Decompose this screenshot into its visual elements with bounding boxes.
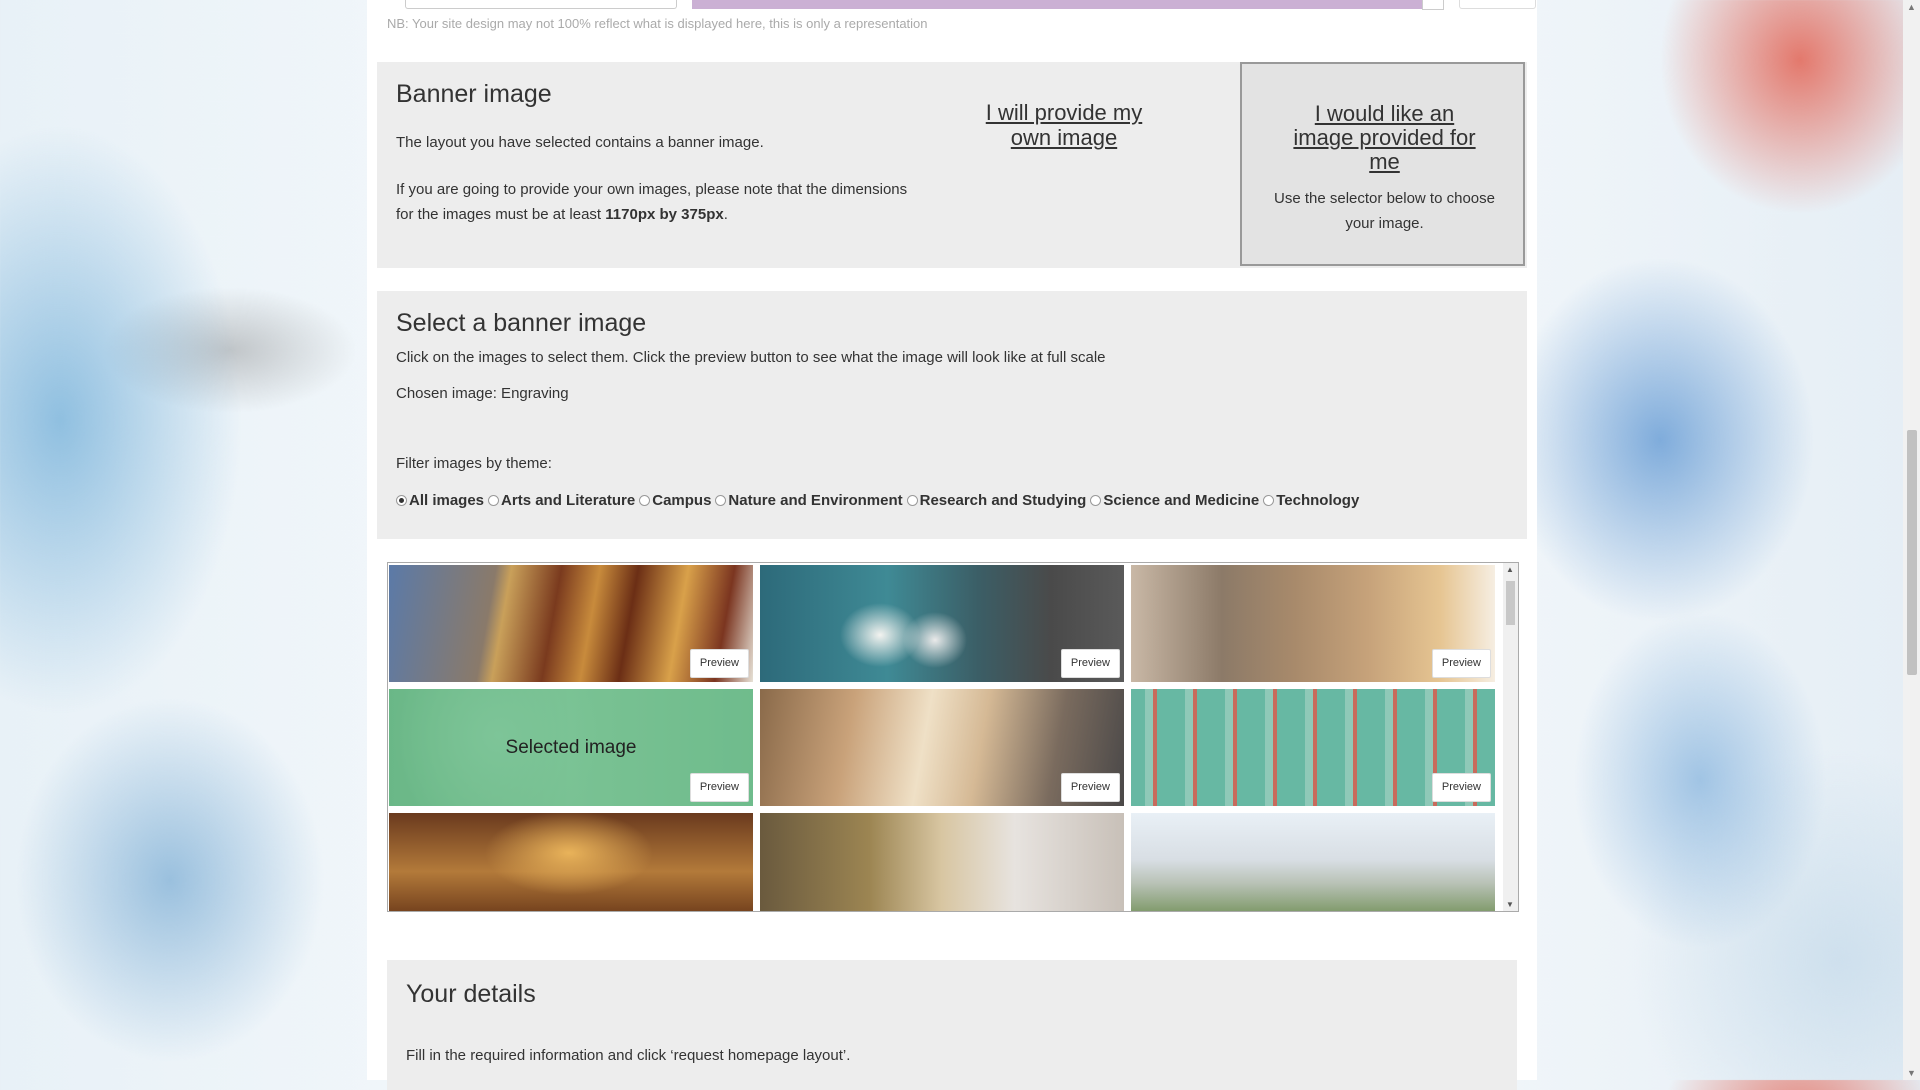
banner-image-tile[interactable]: Preview xyxy=(389,565,753,682)
banner-image-tile[interactable]: Preview xyxy=(760,689,1124,806)
scroll-down-icon[interactable]: ▼ xyxy=(1506,900,1514,909)
banner-image-tile-selected[interactable]: Selected image Preview xyxy=(389,689,753,806)
theme-label: Campus xyxy=(652,492,712,509)
theme-option-science[interactable]: Science and Medicine xyxy=(1090,492,1263,509)
theme-label: Nature and Environment xyxy=(728,492,903,509)
banner-dimensions-note: If you are going to provide your own ima… xyxy=(396,177,907,227)
page-content: NB: Your site design may not 100% reflec… xyxy=(367,0,1537,1090)
top-controls xyxy=(385,0,1537,10)
top-select-field[interactable] xyxy=(405,0,677,9)
banner-image-tile[interactable]: Preview xyxy=(1131,813,1495,911)
colour-swatch-bar[interactable] xyxy=(692,0,1422,9)
banner-title: Banner image xyxy=(396,80,552,108)
theme-option-campus[interactable]: Campus xyxy=(639,492,715,509)
banner-image-gallery[interactable]: Preview Preview Preview Selected image P… xyxy=(387,562,1519,912)
theme-filter: All images Arts and Literature Campus Na… xyxy=(396,492,1363,509)
option-provide-own-image[interactable]: I will provide my own image xyxy=(979,100,1149,150)
theme-label: Science and Medicine xyxy=(1103,492,1260,509)
your-details-panel: Your details Fill in the required inform… xyxy=(387,960,1517,1090)
select-instruction: Click on the images to select them. Clic… xyxy=(396,349,1106,366)
gallery-scrollbar[interactable]: ▲ ▼ xyxy=(1503,563,1518,911)
radio-campus[interactable] xyxy=(639,495,651,506)
radio-research-studying[interactable] xyxy=(906,495,918,506)
chosen-image-text: Chosen image: Engraving xyxy=(396,385,569,402)
scroll-up-icon[interactable]: ▲ xyxy=(1907,2,1916,12)
radio-arts-literature[interactable] xyxy=(488,495,500,506)
radio-science-medicine[interactable] xyxy=(1090,495,1102,506)
dimensions-value: 1170px by 375px xyxy=(605,206,724,223)
option-image-provided[interactable]: I would like an image provided for me Us… xyxy=(1240,62,1525,266)
scroll-down-icon[interactable]: ▼ xyxy=(1907,1068,1916,1078)
dimensions-line-2: for the images must be at least 1170px b… xyxy=(396,202,907,227)
radio-nature-environment[interactable] xyxy=(715,495,727,506)
dimensions-suffix: . xyxy=(723,206,728,223)
preview-button[interactable]: Preview xyxy=(1060,649,1120,678)
filter-label: Filter images by theme: xyxy=(396,455,552,472)
theme-label: Arts and Literature xyxy=(501,492,636,509)
radio-technology[interactable] xyxy=(1263,495,1275,506)
page-scrollbar[interactable]: ▲ ▼ xyxy=(1903,0,1920,1080)
option-image-provided-title: I would like an image provided for me xyxy=(1293,101,1476,174)
theme-option-nature[interactable]: Nature and Environment xyxy=(715,492,906,509)
banner-image-tile[interactable]: Preview xyxy=(760,565,1124,682)
banner-image-tile[interactable]: Preview xyxy=(760,813,1124,911)
details-instruction: Fill in the required information and cli… xyxy=(406,1047,851,1064)
theme-label: Research and Studying xyxy=(919,492,1087,509)
theme-label: Technology xyxy=(1276,492,1360,509)
option-image-provided-desc: Use the selector below to choose your im… xyxy=(1274,190,1495,232)
scroll-up-icon[interactable]: ▲ xyxy=(1506,565,1514,574)
representation-notice: NB: Your site design may not 100% reflec… xyxy=(387,16,928,31)
theme-option-all[interactable]: All images xyxy=(396,492,488,509)
banner-image-tile[interactable]: Preview xyxy=(1131,565,1495,682)
theme-option-arts[interactable]: Arts and Literature xyxy=(488,492,639,509)
gallery-scroll-thumb[interactable] xyxy=(1506,581,1515,625)
banner-intro: The layout you have selected contains a … xyxy=(396,134,764,151)
banner-image-tile[interactable]: Preview xyxy=(1131,689,1495,806)
colour-swatch-dropdown[interactable] xyxy=(1422,0,1444,10)
preview-button[interactable]: Preview xyxy=(1431,649,1491,678)
top-button[interactable] xyxy=(1459,0,1536,9)
dimensions-prefix: for the images must be at least xyxy=(396,206,606,223)
preview-button[interactable]: Preview xyxy=(689,773,749,802)
details-title: Your details xyxy=(406,980,536,1008)
dimensions-line-1: If you are going to provide your own ima… xyxy=(396,181,908,198)
theme-option-research[interactable]: Research and Studying xyxy=(906,492,1091,509)
theme-option-technology[interactable]: Technology xyxy=(1263,492,1363,509)
preview-button[interactable]: Preview xyxy=(689,649,749,678)
radio-all-images[interactable] xyxy=(396,495,407,506)
banner-image-tile[interactable]: Preview xyxy=(389,813,753,911)
select-title: Select a banner image xyxy=(396,309,647,337)
preview-button[interactable]: Preview xyxy=(1431,773,1491,802)
theme-label: All images xyxy=(409,492,485,509)
preview-button[interactable]: Preview xyxy=(1060,773,1120,802)
page-scroll-thumb[interactable] xyxy=(1907,430,1917,675)
